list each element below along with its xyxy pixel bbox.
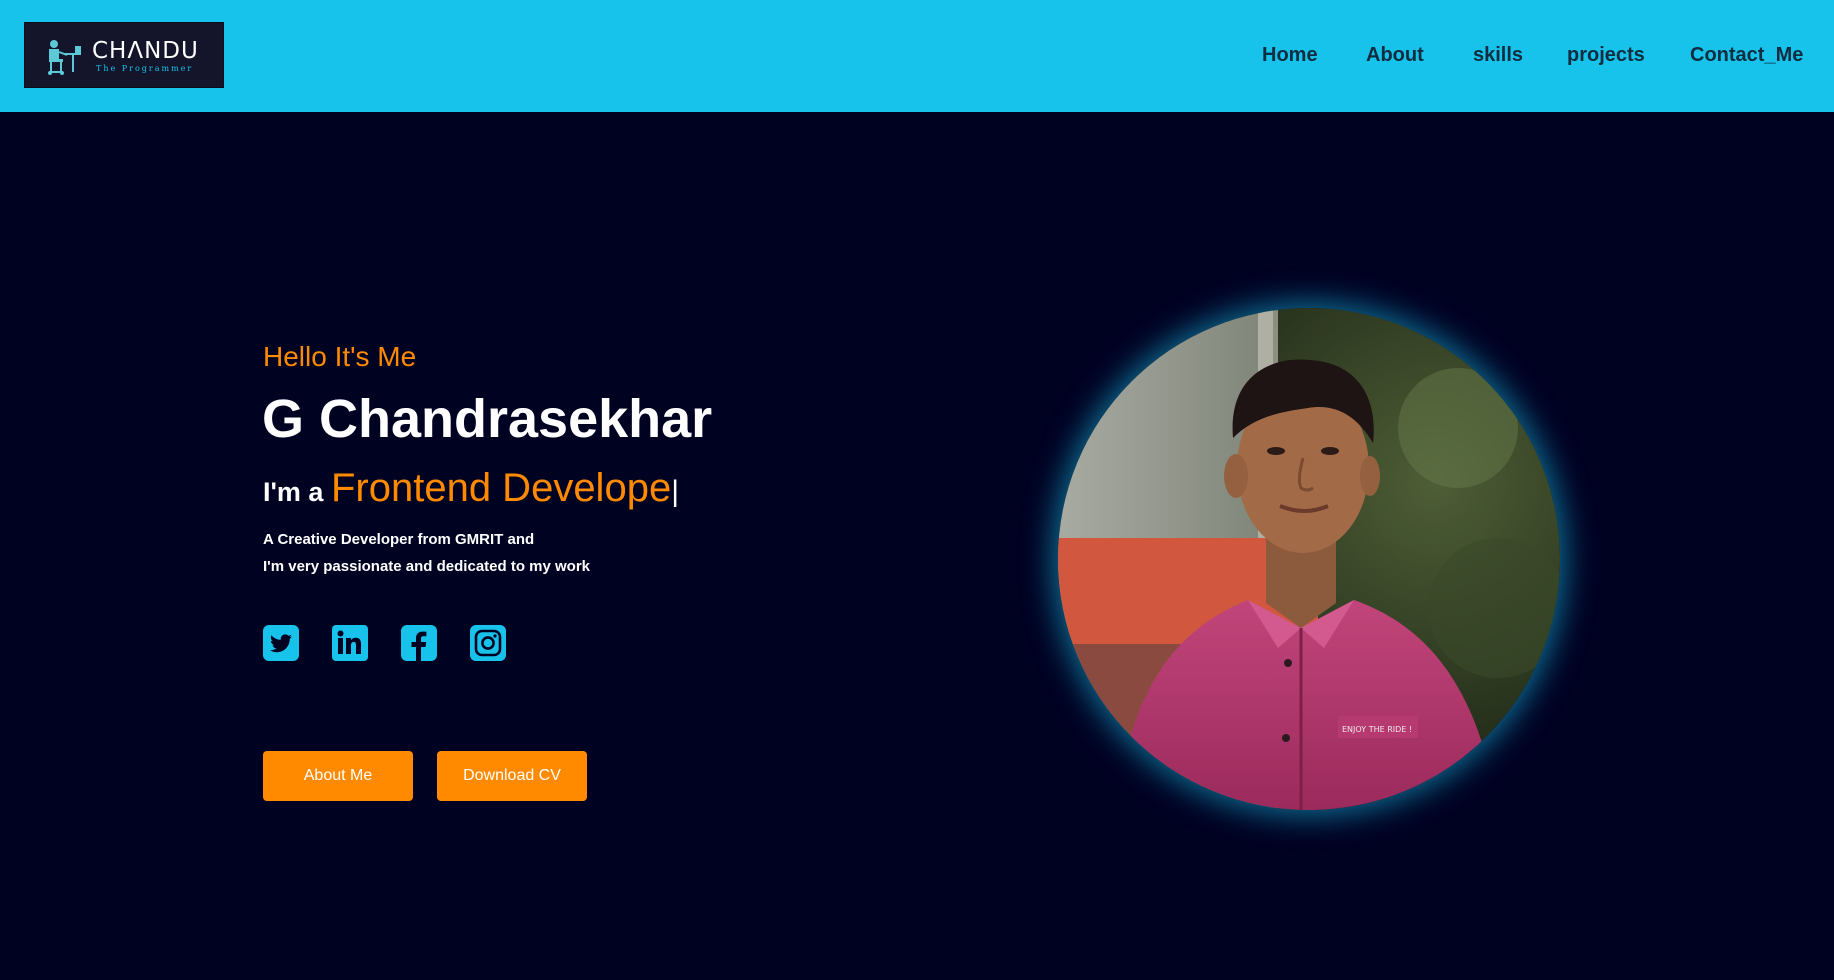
hero-role: I'm a Frontend Develope| — [263, 466, 679, 511]
programmer-desk-icon — [48, 40, 81, 75]
nav-home[interactable]: Home — [1262, 44, 1318, 67]
facebook-icon[interactable] — [401, 625, 437, 661]
navbar: CHΛNDU The Programmer Home About skills … — [0, 0, 1834, 112]
hero-greeting: Hello It's Me — [263, 341, 417, 372]
nav-projects[interactable]: projects — [1567, 44, 1645, 67]
profile-photo: ENJOY THE RIDE ! — [1058, 308, 1560, 810]
hero-description-line-2: I'm very passionate and dedicated to my … — [263, 558, 591, 575]
brand-logo[interactable]: CHΛNDU The Programmer — [24, 22, 224, 88]
nav-skills[interactable]: skills — [1473, 44, 1523, 67]
hero-description-line-1: A Creative Developer from GMRIT and — [263, 531, 535, 548]
linkedin-icon[interactable] — [332, 625, 368, 661]
nav-about[interactable]: About — [1366, 44, 1424, 67]
role-prefix: I'm a — [263, 477, 324, 507]
shirt-print-text: ENJOY THE RIDE ! — [1342, 725, 1412, 734]
about-me-button[interactable]: About Me — [263, 751, 413, 801]
nav-contact[interactable]: Contact_Me — [1690, 44, 1803, 67]
instagram-icon[interactable] — [470, 625, 506, 661]
role-highlight: Frontend Develope — [330, 466, 672, 510]
hero-name: G Chandrasekhar — [262, 389, 713, 449]
typing-caret: | — [671, 475, 679, 508]
download-cv-button[interactable]: Download CV — [437, 751, 587, 801]
brand-title: CHΛNDU — [92, 38, 199, 64]
twitter-icon[interactable] — [263, 625, 299, 661]
brand-subtitle: The Programmer — [96, 64, 194, 73]
